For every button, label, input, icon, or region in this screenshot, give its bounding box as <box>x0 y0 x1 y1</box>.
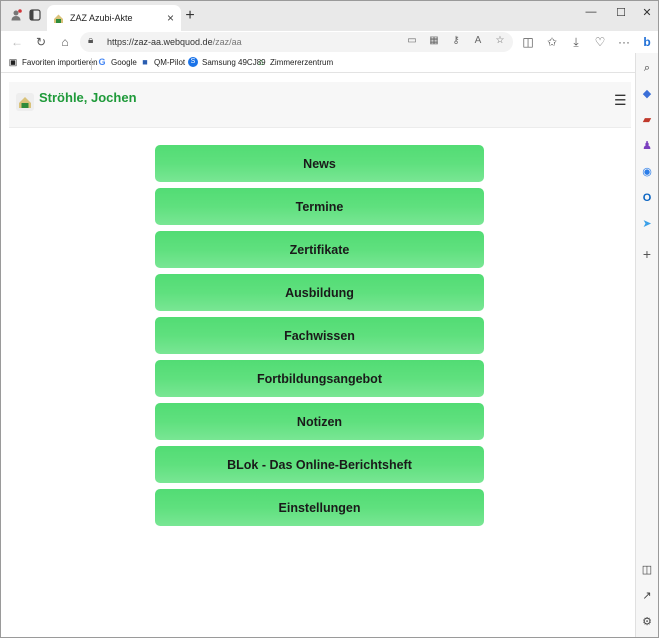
sidebar-toggle-icon[interactable]: ◫ <box>640 563 654 577</box>
menu-button-fortbildungsangebot[interactable]: Fortbildungsangebot <box>155 360 484 397</box>
read-aloud-icon[interactable]: A <box>471 35 485 46</box>
back-icon[interactable]: ← <box>9 34 25 50</box>
m365-icon[interactable]: ◉ <box>640 165 654 179</box>
minimize-icon[interactable]: — <box>583 6 599 18</box>
favorites-separator <box>91 58 92 70</box>
favorite-star-icon[interactable]: ☆ <box>493 35 507 46</box>
qr-code-icon[interactable]: ▦ <box>427 35 441 46</box>
zaz-favicon-icon <box>54 14 63 23</box>
address-bar[interactable]: 🔒︎ https://zaz-aa.webquod.de/zaz/aa ▭ ▦ … <box>80 32 513 52</box>
favorites-icon[interactable]: ✩ <box>544 34 560 50</box>
downloads-icon[interactable]: ⤓ <box>568 34 584 50</box>
page-header: Ströhle, Jochen ☰ <box>9 82 631 128</box>
menu-button-notizen[interactable]: Notizen <box>155 403 484 440</box>
browser-window: ZAZ Azubi-Akte × + — ☐ ✕ ← ↻ ⌂ 🔒︎ https:… <box>0 0 659 638</box>
profile-icon[interactable] <box>9 9 23 23</box>
tab-strip: ZAZ Azubi-Akte × + — ☐ ✕ <box>1 1 658 31</box>
url-text[interactable]: https://zaz-aa.webquod.de/zaz/aa <box>107 37 242 47</box>
add-sidebar-app-icon[interactable]: + <box>640 247 654 261</box>
more-options-icon[interactable]: ··· <box>616 34 632 50</box>
edge-sidebar: ⌕ ◆ ▰ ♟ ◉ O ➤ + ◫ ↗ ⚙ <box>635 53 658 637</box>
tab-close-icon[interactable]: × <box>167 11 174 25</box>
navigation-toolbar: ← ↻ ⌂ 🔒︎ https://zaz-aa.webquod.de/zaz/a… <box>1 31 658 53</box>
qm-pilot-icon: ■ <box>142 57 148 67</box>
menu-button-blok[interactable]: BLok - Das Online-Berichtsheft <box>155 446 484 483</box>
tab-actions-icon[interactable] <box>28 9 42 23</box>
home-icon[interactable]: ⌂ <box>57 34 73 50</box>
favorite-item[interactable]: ⌂ Zimmererzentrum <box>256 57 333 67</box>
menu-button-news[interactable]: News <box>155 145 484 182</box>
favorites-bar: ▣ Favoriten importieren G Google ■ QM-Pi… <box>1 54 635 73</box>
menu-button-einstellungen[interactable]: Einstellungen <box>155 489 484 526</box>
zaz-icon: ⌂ <box>258 57 264 67</box>
menu-button-zertifikate[interactable]: Zertifikate <box>155 231 484 268</box>
search-icon[interactable]: ⌕ <box>640 61 654 75</box>
new-tab-icon[interactable]: + <box>182 7 198 25</box>
drop-icon[interactable]: ➤ <box>640 217 654 231</box>
zaz-logo-icon[interactable] <box>16 93 34 111</box>
app-available-icon[interactable]: ▭ <box>405 35 419 46</box>
browser-essentials-icon[interactable]: ♡ <box>592 34 608 50</box>
window-close-icon[interactable]: ✕ <box>639 6 655 19</box>
refresh-icon[interactable]: ↻ <box>33 34 49 50</box>
user-name: Ströhle, Jochen <box>39 90 137 105</box>
google-icon: G <box>98 57 106 67</box>
games-icon[interactable]: ♟ <box>640 139 654 153</box>
hamburger-menu-icon[interactable]: ☰ <box>614 92 627 109</box>
split-screen-icon[interactable]: ◫ <box>520 34 536 50</box>
maximize-icon[interactable]: ☐ <box>613 6 629 19</box>
shopping-icon[interactable]: ◆ <box>640 87 654 101</box>
copilot-icon[interactable]: b <box>639 34 655 50</box>
key-icon[interactable]: ⚷ <box>449 35 463 46</box>
settings-gear-icon[interactable]: ⚙ <box>640 615 654 629</box>
outlook-icon[interactable]: O <box>640 191 654 205</box>
lock-icon[interactable]: 🔒︎ <box>88 35 93 46</box>
favorite-item[interactable]: ■ QM-Pilot <box>140 57 185 67</box>
menu-button-termine[interactable]: Termine <box>155 188 484 225</box>
tab-title: ZAZ Azubi-Akte <box>70 13 133 23</box>
samsung-icon: S <box>188 57 198 67</box>
external-link-icon[interactable]: ↗ <box>640 589 654 603</box>
menu-button-fachwissen[interactable]: Fachwissen <box>155 317 484 354</box>
main-menu: News Termine Zertifikate Ausbildung Fach… <box>155 145 484 532</box>
import-icon: ▣ <box>8 57 18 67</box>
tab-active[interactable]: ZAZ Azubi-Akte × <box>47 5 181 31</box>
favorite-item[interactable]: G Google <box>97 57 136 67</box>
favorite-item[interactable]: ▣ Favoriten importieren <box>8 57 98 67</box>
page-content: Ströhle, Jochen ☰ News Termine Zertifika… <box>1 74 635 637</box>
favorite-item[interactable]: S Samsung 49CJ89 <box>188 57 266 67</box>
menu-button-ausbildung[interactable]: Ausbildung <box>155 274 484 311</box>
tools-icon[interactable]: ▰ <box>640 113 654 127</box>
